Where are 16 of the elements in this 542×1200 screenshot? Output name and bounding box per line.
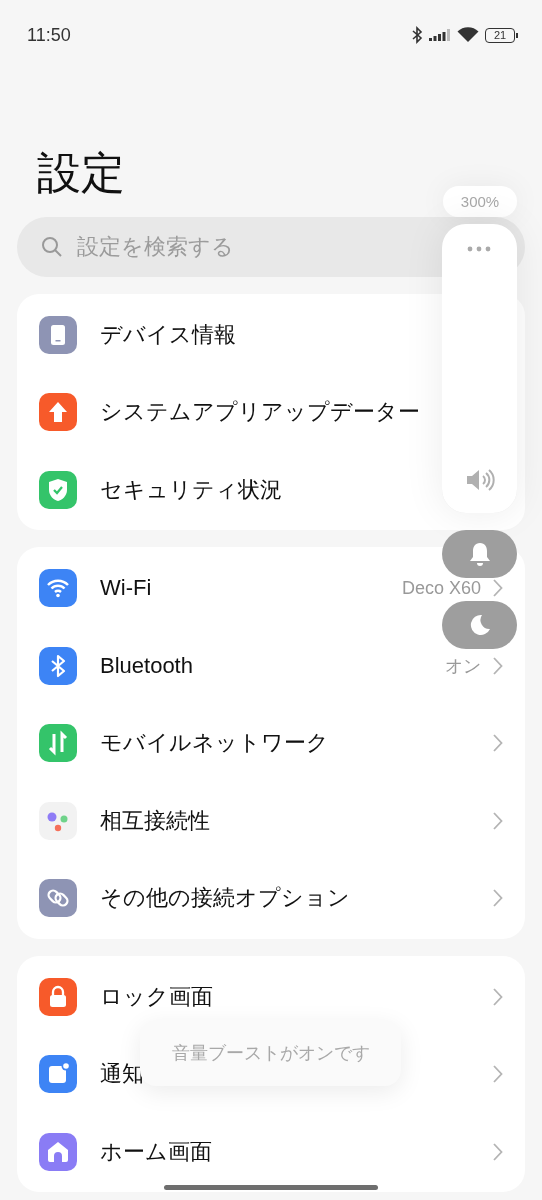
clock-time: 11:50	[27, 24, 71, 46]
item-label: システムアプリアップデーター	[100, 398, 420, 427]
item-label: ロック画面	[100, 982, 213, 1011]
item-label: ホーム画面	[100, 1137, 212, 1166]
item-label: その他の接続オプション	[100, 884, 350, 913]
boost-label: 300%	[443, 186, 517, 217]
item-value: Deco X60	[401, 577, 481, 599]
item-value: オン	[445, 654, 481, 678]
item-label: Wi-Fi	[100, 575, 152, 602]
item-label: Bluetooth	[100, 652, 193, 679]
battery-level: 21	[493, 29, 507, 41]
page-title: 設定	[37, 147, 125, 199]
item-label: モバイルネットワーク	[100, 729, 329, 758]
item-label: 相互接続性	[100, 806, 210, 835]
item-label: セキュリティ状況	[100, 475, 282, 504]
item-label: デバイス情報	[100, 320, 236, 349]
